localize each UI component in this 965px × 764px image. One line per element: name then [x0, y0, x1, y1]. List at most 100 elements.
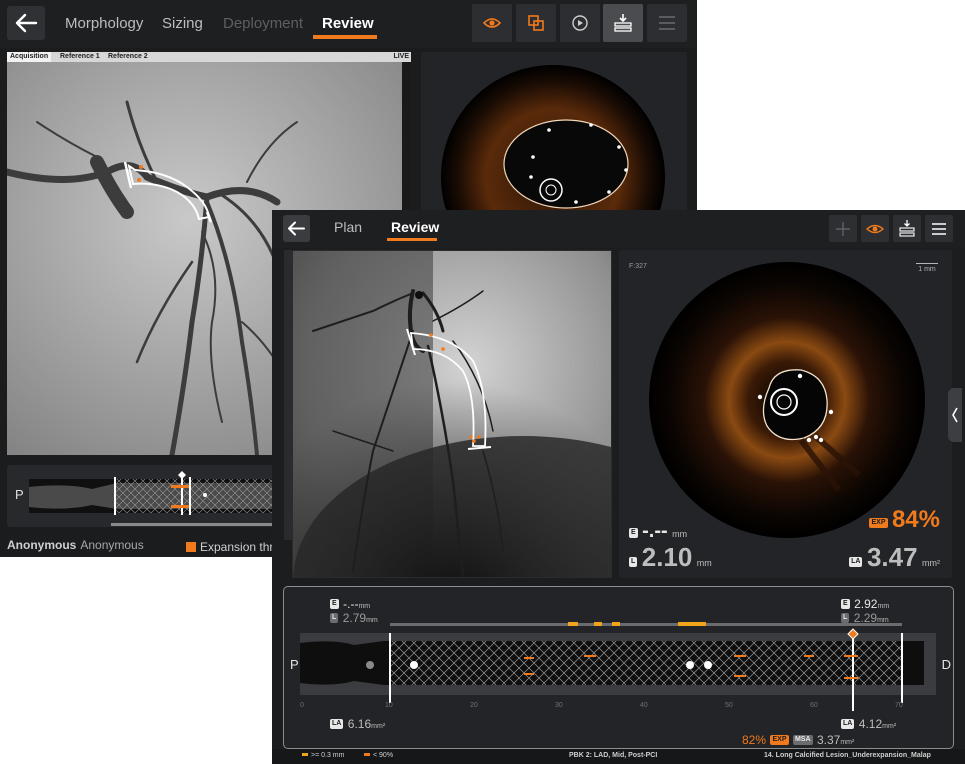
expansion-threshold-legend: Expansion thre	[186, 540, 280, 554]
longitudinal-image[interactable]: 0 10 20 30 40 50 60 70	[284, 593, 952, 721]
left-area-measurement: LA 6.16mm²	[330, 715, 385, 733]
plus-icon	[836, 222, 850, 236]
back-top-bar: Morphology Sizing Deployment Review	[0, 0, 697, 48]
eye-icon	[482, 18, 502, 28]
add-button[interactable]	[829, 215, 857, 242]
axis-tick-label: 50	[725, 702, 733, 709]
overlay-button[interactable]	[516, 4, 556, 42]
menu-icon	[659, 16, 675, 30]
lumen-area: LA 3.47 mm²	[849, 542, 940, 573]
angiogram-image[interactable]	[293, 251, 611, 577]
msa-measurement: 82% EXP MSA 3.37mm²	[742, 731, 854, 749]
arrow-left-icon	[15, 13, 38, 33]
tab-morphology[interactable]: Morphology	[65, 15, 143, 32]
proximal-label: P	[15, 487, 24, 502]
expansion-threshold-label: Expansion thre	[200, 540, 281, 554]
eye-icon	[866, 224, 884, 234]
right-area-unit: mm²	[882, 723, 897, 730]
left-area-unit: mm²	[371, 723, 386, 730]
angio-tab-reference-1[interactable]: Reference 1	[57, 52, 103, 62]
l-tag-icon: L	[629, 557, 638, 567]
active-tab-indicator	[313, 35, 377, 39]
lumen-diameter-unit: mm	[696, 558, 712, 568]
layers-download-icon	[899, 220, 915, 237]
patient-info: Anonymous Anonymous	[7, 538, 144, 552]
visibility-button[interactable]	[861, 215, 889, 242]
exp-tag: EXP	[770, 735, 789, 745]
axis-tick-label: 10	[385, 702, 393, 709]
msa-tag: MSA	[792, 735, 813, 745]
tab-review[interactable]: Review	[322, 15, 374, 32]
tab-review[interactable]: Review	[391, 219, 439, 235]
overlay-icon	[528, 15, 544, 31]
export-layers-button[interactable]	[603, 4, 643, 42]
layers-download-icon	[614, 14, 632, 32]
oct-cross-section-panel	[421, 52, 687, 212]
msa-expansion-value: 82%	[742, 733, 767, 747]
arrow-left-icon	[288, 221, 305, 236]
play-button[interactable]	[560, 4, 600, 42]
la-tag-icon: LA	[330, 719, 344, 729]
right-area-value: 4.12	[858, 717, 883, 731]
axis-tick-label: 0	[300, 702, 304, 709]
external-measurement: E -.-- mm	[629, 520, 687, 543]
expansion-tag: EXP	[869, 518, 888, 528]
axis-tick-label: 20	[470, 702, 478, 709]
side-panel-handle[interactable]	[948, 388, 962, 442]
external-unit: mm	[672, 529, 688, 539]
status-bar: >= 0.3 mm < 90% PBK 2: LAD, Mid, Post-PC…	[272, 749, 965, 764]
la-tag-icon: LA	[841, 719, 855, 729]
menu-icon	[932, 223, 946, 235]
tab-sizing[interactable]: Sizing	[162, 15, 203, 32]
axis-tick-label: 40	[640, 702, 648, 709]
angio-tab-reference-2[interactable]: Reference 2	[105, 52, 151, 62]
menu-button[interactable]	[925, 215, 953, 242]
patient-name: Anonymous	[80, 538, 144, 552]
left-side-strip	[284, 250, 292, 540]
menu-button[interactable]	[647, 4, 687, 42]
longitudinal-view[interactable]: P D E -.--mm L 2.79mm E 2.92mm L 2.29mm	[283, 586, 954, 749]
longitudinal-image[interactable]	[7, 465, 277, 527]
front-top-bar: Plan Review	[272, 210, 965, 248]
chevron-left-icon	[952, 407, 958, 423]
angio-tab-strip: Acquisition Reference 1 Reference 2 LIVE	[7, 52, 411, 62]
lumen-diameter: L 2.10 mm	[629, 542, 712, 573]
e-tag-icon: E	[629, 528, 638, 538]
oct-cross-section-panel: F:327 1 mm E -.-- mm L 2.10 mm EXP 84% L…	[619, 250, 952, 578]
lumen-area-value: 3.47	[866, 542, 918, 572]
tab-deployment[interactable]: Deployment	[223, 15, 303, 32]
export-layers-button[interactable]	[893, 215, 921, 242]
tab-plan[interactable]: Plan	[334, 219, 362, 235]
visibility-button[interactable]	[472, 4, 512, 42]
back-button[interactable]	[283, 215, 310, 242]
axis-tick-label: 60	[810, 702, 818, 709]
patient-label: Anonymous	[7, 538, 77, 552]
la-tag-icon: LA	[849, 557, 863, 567]
front-window: Plan Review F:327 1 mm E -.-- mm L 2.10 …	[272, 210, 965, 764]
case-info: 14. Long Calcified Lesion_Underexpansion…	[764, 752, 931, 759]
expansion-measurement: EXP 84%	[869, 506, 940, 534]
msa-value: 3.37	[816, 733, 841, 747]
legend-malapposition: >= 0.3 mm	[302, 752, 344, 759]
pullback-info: PBK 2: LAD, Mid, Post-PCI	[569, 752, 658, 759]
lumen-diameter-value: 2.10	[641, 542, 693, 572]
longitudinal-view[interactable]: P	[7, 465, 277, 527]
live-badge: LIVE	[393, 53, 409, 60]
legend-underexpansion: < 90%	[364, 752, 393, 759]
angio-tab-acquisition[interactable]: Acquisition	[7, 52, 52, 62]
play-icon	[572, 15, 588, 31]
angiography-panel	[292, 250, 612, 578]
legend-swatch	[186, 542, 196, 552]
legend-underexpansion-label: < 90%	[373, 752, 394, 759]
left-area-value: 6.16	[347, 717, 372, 731]
msa-unit: mm²	[840, 739, 855, 746]
lumen-area-unit: mm²	[922, 558, 940, 568]
external-value: -.--	[642, 520, 668, 542]
axis-tick-label: 70	[895, 702, 903, 709]
oct-image[interactable]	[421, 52, 687, 212]
legend-malapposition-label: >= 0.3 mm	[311, 752, 345, 759]
back-button[interactable]	[7, 6, 45, 40]
expansion-value: 84%	[891, 506, 940, 533]
axis-tick-label: 30	[555, 702, 563, 709]
active-tab-indicator	[387, 238, 437, 241]
